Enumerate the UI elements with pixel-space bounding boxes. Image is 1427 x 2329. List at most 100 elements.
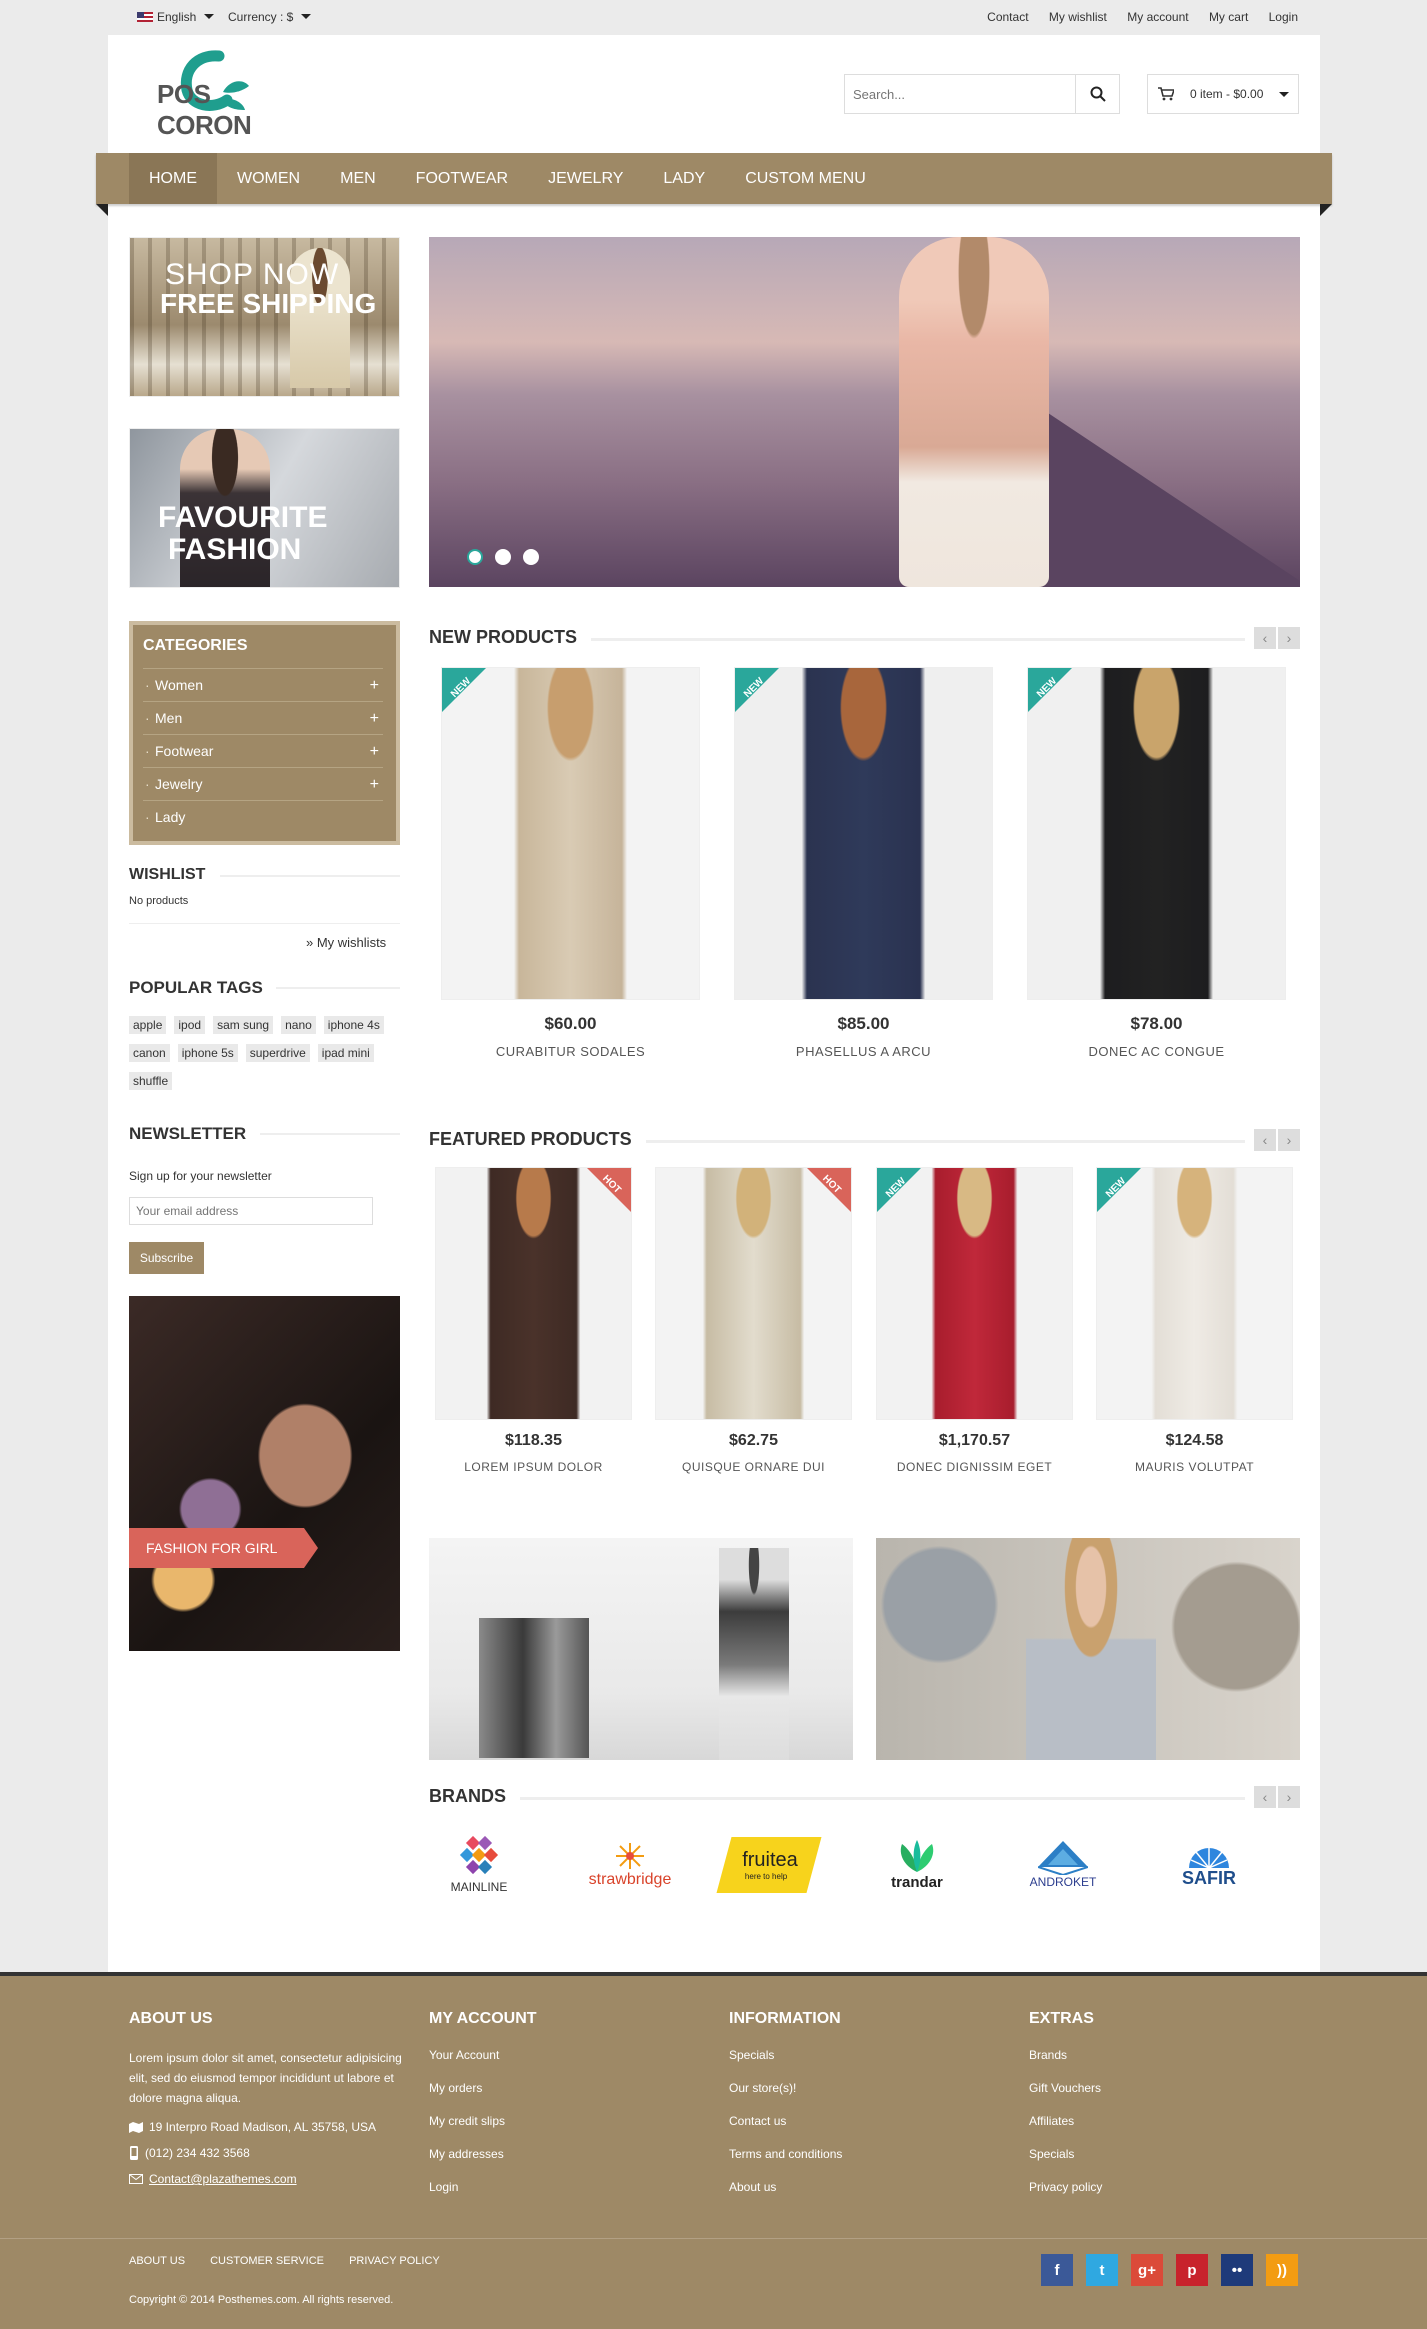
expand-icon[interactable]: +: [370, 669, 379, 702]
promo-banner-girl[interactable]: [876, 1538, 1300, 1760]
tag-item[interactable]: iphone 5s: [177, 1044, 238, 1062]
carousel-prev-button[interactable]: ‹: [1254, 1129, 1276, 1151]
subscribe-button[interactable]: Subscribe: [129, 1242, 204, 1274]
facebook-icon[interactable]: f: [1041, 2254, 1073, 2286]
product-card[interactable]: HOT $118.35 LOREM IPSUM DOLOR: [435, 1167, 632, 1474]
promo-banner-store[interactable]: [429, 1538, 853, 1760]
nav-lady[interactable]: LADY: [643, 153, 725, 204]
category-item-men[interactable]: Men+: [143, 701, 383, 735]
product-image[interactable]: HOT: [435, 1167, 632, 1420]
carousel-prev-button[interactable]: ‹: [1254, 1786, 1276, 1808]
carousel-prev-button[interactable]: ‹: [1254, 627, 1276, 649]
footer-link[interactable]: Contact us: [729, 2114, 842, 2128]
product-card[interactable]: NEW $124.58 MAURIS VOLUTPAT: [1096, 1167, 1293, 1474]
tag-item[interactable]: apple: [129, 1016, 167, 1034]
brand-logo-safir[interactable]: SAFIR: [1159, 1830, 1259, 1900]
search-button[interactable]: [1075, 75, 1119, 113]
product-image[interactable]: HOT: [655, 1167, 852, 1420]
cart-dropdown[interactable]: 0 item - $0.00: [1147, 74, 1299, 114]
logo[interactable]: POS CORON: [157, 48, 292, 143]
footer-link[interactable]: Login: [429, 2180, 537, 2194]
search-input[interactable]: [845, 75, 1075, 113]
category-item-women[interactable]: Women+: [143, 668, 383, 702]
slider-dot[interactable]: [467, 549, 483, 565]
tag-item[interactable]: nano: [281, 1016, 316, 1034]
tag-item[interactable]: iphone 4s: [323, 1016, 384, 1034]
footer-link[interactable]: Privacy policy: [1029, 2180, 1102, 2194]
hero-slider[interactable]: [429, 237, 1300, 587]
flickr-icon[interactable]: ••: [1221, 2254, 1253, 2286]
newsletter-email-input[interactable]: [129, 1197, 373, 1225]
language-selector[interactable]: English: [137, 10, 215, 24]
product-card[interactable]: HOT $62.75 QUISQUE ORNARE DUI: [655, 1167, 852, 1474]
footer-privacy-policy-link[interactable]: PRIVACY POLICY: [349, 2255, 440, 2267]
footer-link[interactable]: My addresses: [429, 2147, 537, 2161]
email-link[interactable]: Contact@plazathemes.com: [149, 2172, 297, 2186]
product-image[interactable]: NEW: [441, 667, 700, 1000]
product-name[interactable]: MAURIS VOLUTPAT: [1096, 1460, 1293, 1474]
login-link[interactable]: Login: [1269, 10, 1298, 24]
nav-men[interactable]: MEN: [320, 153, 396, 204]
product-name[interactable]: DONEC DIGNISSIM EGET: [876, 1460, 1073, 1474]
brand-logo-strawbridge[interactable]: strawbridge: [575, 1830, 685, 1900]
rss-icon[interactable]: )): [1266, 2254, 1298, 2286]
footer-link[interactable]: Terms and conditions: [729, 2147, 842, 2161]
footer-link[interactable]: Your Account: [429, 2048, 537, 2062]
nav-home[interactable]: HOME: [129, 153, 217, 204]
my-wishlists-link[interactable]: » My wishlists: [306, 935, 386, 950]
footer-link[interactable]: Specials: [729, 2048, 842, 2062]
footer-link[interactable]: Affiliates: [1029, 2114, 1102, 2128]
tag-item[interactable]: shuffle: [129, 1072, 173, 1090]
footer-customer-service-link[interactable]: CUSTOMER SERVICE: [210, 2255, 324, 2267]
tag-item[interactable]: canon: [129, 1044, 170, 1062]
expand-icon[interactable]: +: [370, 702, 379, 735]
product-card[interactable]: NEW $60.00 CURABITUR SODALES: [441, 667, 700, 1059]
nav-footwear[interactable]: FOOTWEAR: [396, 153, 528, 204]
my-wishlist-link[interactable]: My wishlist: [1049, 10, 1107, 24]
footer-link[interactable]: Gift Vouchers: [1029, 2081, 1102, 2095]
brand-logo-mainline[interactable]: MAINLINE: [429, 1830, 529, 1900]
shop-now-banner[interactable]: SHOP NOW FREE SHIPPING: [129, 237, 400, 397]
my-cart-link[interactable]: My cart: [1209, 10, 1248, 24]
footer-link[interactable]: My credit slips: [429, 2114, 537, 2128]
product-name[interactable]: DONEC AC CONGUE: [1027, 1044, 1286, 1059]
product-image[interactable]: NEW: [1096, 1167, 1293, 1420]
twitter-icon[interactable]: t: [1086, 2254, 1118, 2286]
category-item-lady[interactable]: Lady: [143, 800, 383, 834]
expand-icon[interactable]: +: [370, 735, 379, 768]
tag-item[interactable]: ipad mini: [317, 1044, 374, 1062]
category-item-footwear[interactable]: Footwear+: [143, 734, 383, 768]
product-image[interactable]: NEW: [1027, 667, 1286, 1000]
product-card[interactable]: NEW $78.00 DONEC AC CONGUE: [1027, 667, 1286, 1059]
expand-icon[interactable]: +: [370, 768, 379, 801]
my-account-link[interactable]: My account: [1127, 10, 1188, 24]
carousel-next-button[interactable]: ›: [1278, 627, 1300, 649]
product-card[interactable]: NEW $1,170.57 DONEC DIGNISSIM EGET: [876, 1167, 1073, 1474]
tag-item[interactable]: sam sung: [213, 1016, 274, 1034]
nav-custom-menu[interactable]: CUSTOM MENU: [725, 153, 886, 204]
nav-jewelry[interactable]: JEWELRY: [528, 153, 643, 204]
product-image[interactable]: NEW: [876, 1167, 1073, 1420]
footer-link[interactable]: About us: [729, 2180, 842, 2194]
footer-link[interactable]: Our store(s)!: [729, 2081, 842, 2095]
brand-logo-fruitea[interactable]: fruitea here to help: [716, 1830, 822, 1900]
slider-dot[interactable]: [495, 549, 511, 565]
nav-women[interactable]: WOMEN: [217, 153, 320, 204]
product-name[interactable]: QUISQUE ORNARE DUI: [655, 1460, 852, 1474]
google-plus-icon[interactable]: g+: [1131, 2254, 1163, 2286]
category-item-jewelry[interactable]: Jewelry+: [143, 767, 383, 801]
product-card[interactable]: NEW $85.00 PHASELLUS A ARCU: [734, 667, 993, 1059]
product-name[interactable]: CURABITUR SODALES: [441, 1044, 700, 1059]
footer-link[interactable]: Specials: [1029, 2147, 1102, 2161]
footer-link[interactable]: My orders: [429, 2081, 537, 2095]
tag-item[interactable]: ipod: [174, 1016, 206, 1034]
carousel-next-button[interactable]: ›: [1278, 1129, 1300, 1151]
brand-logo-trandar[interactable]: trandar: [867, 1830, 967, 1900]
contact-link[interactable]: Contact: [987, 10, 1028, 24]
footer-link[interactable]: Brands: [1029, 2048, 1102, 2062]
brand-logo-androket[interactable]: ANDROKET: [1013, 1830, 1113, 1900]
currency-selector[interactable]: Currency : $: [228, 10, 312, 24]
favourite-fashion-banner[interactable]: FAVOURITE FASHION: [129, 428, 400, 588]
pinterest-icon[interactable]: p: [1176, 2254, 1208, 2286]
fashion-for-girl-banner[interactable]: FASHION FOR GIRL: [129, 1296, 400, 1651]
